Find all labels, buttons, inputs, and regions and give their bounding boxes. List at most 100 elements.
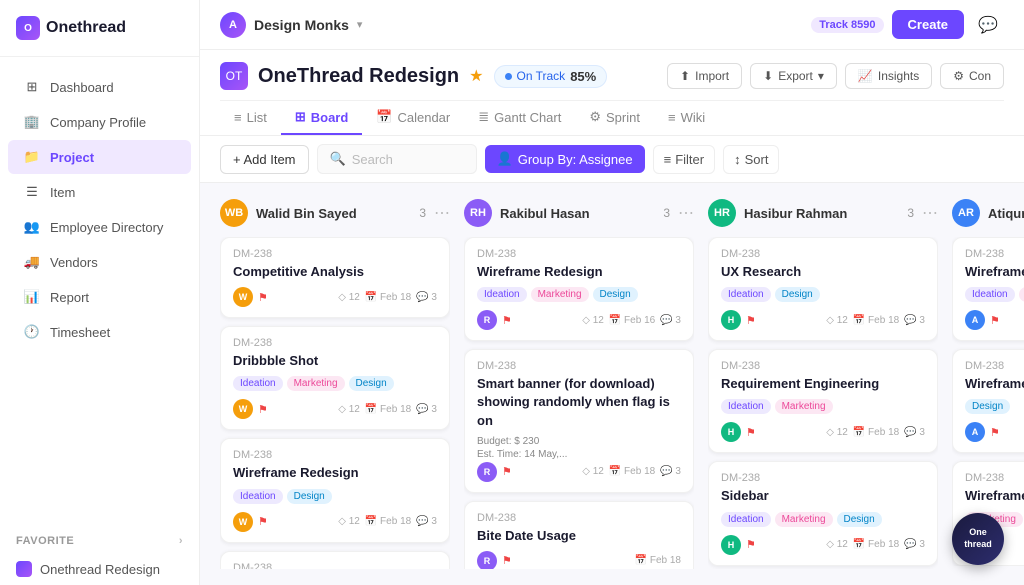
card-tag: Ideation <box>233 489 283 504</box>
add-item-button[interactable]: + Add Item <box>220 145 309 174</box>
card-dm: DM-238 <box>721 360 925 372</box>
group-by-icon: 👤 <box>497 151 513 167</box>
card-date: 📅 Feb 18 <box>853 427 899 438</box>
board-column-hasibur: HR Hasibur Rahman 3 ⋯ DM-238 UX Research… <box>708 199 938 569</box>
card-dm: DM-238 <box>477 512 681 524</box>
flag-icon: ⚑ <box>746 538 756 551</box>
sidebar-item-project[interactable]: 📁Project <box>8 140 191 174</box>
card-stars: ◇ 12 <box>582 315 604 326</box>
tab-sprint[interactable]: ⚙Sprint <box>575 101 654 135</box>
tab-board[interactable]: ⊞Board <box>281 101 362 135</box>
sidebar-item-timesheet[interactable]: 🕐Timesheet <box>8 315 191 349</box>
card-footer: W ⚑ ◇ 12 📅 Feb 18 💬 3 <box>233 512 437 532</box>
sidebar-item-item[interactable]: ☰Item <box>8 175 191 209</box>
column-header-atiqur: AR Atiqur Rahman 3 ⋯ <box>952 199 1024 227</box>
favorite-item-onethread-redesign[interactable]: Onethread Redesign <box>0 553 199 585</box>
group-by-button[interactable]: 👤 Group By: Assignee <box>485 145 645 173</box>
card-tag: Marketing <box>1019 287 1024 302</box>
card-budget: Budget: $ 230 <box>477 436 681 447</box>
card[interactable]: DM-238 Sidebar IdeationMarketingDesign H… <box>708 461 938 565</box>
card-comments: 💬 3 <box>416 404 437 415</box>
export-button[interactable]: ⬇ Export ▾ <box>750 63 837 89</box>
column-avatar-hasibur: HR <box>708 199 736 227</box>
card[interactable]: DM-238 Requirement Engineering IdeationM… <box>708 349 938 453</box>
card[interactable]: DM-238 Bite Date Usage R ⚑ 📅 Feb 18 <box>464 501 694 569</box>
notifications-icon[interactable]: 💬 <box>972 9 1004 41</box>
column-header-rakibul: RH Rakibul Hasan 3 ⋯ <box>464 199 694 227</box>
column-name-hasibur: Hasibur Rahman <box>744 206 899 221</box>
status-dot <box>505 73 512 80</box>
card-title: Smart banner (for download) showing rand… <box>477 375 681 430</box>
card[interactable]: DM-238 Wireframe Redesign Design A ⚑ ◇ 1… <box>952 349 1024 453</box>
board-tab-icon: ⊞ <box>295 109 306 125</box>
search-icon: 🔍 <box>330 151 346 167</box>
card[interactable]: DM-238 Smart banner (for download) showi… <box>464 349 694 493</box>
card-tag: Ideation <box>233 376 283 391</box>
insights-button[interactable]: 📈 Insights <box>845 63 932 89</box>
card-tag: Ideation <box>721 287 771 302</box>
import-button[interactable]: ⬆ Import <box>667 63 742 89</box>
flag-icon: ⚑ <box>502 554 512 567</box>
sidebar-item-report[interactable]: 📊Report <box>8 280 191 314</box>
card-meta: ◇ 12 📅 Feb 18 💬 3 <box>338 516 437 527</box>
con-button[interactable]: ⚙ Con <box>940 63 1004 89</box>
card-dm: DM-238 <box>965 472 1024 484</box>
card-stars: ◇ 12 <box>338 404 360 415</box>
sidebar-item-company[interactable]: 🏢Company Profile <box>8 105 191 139</box>
card-dm: DM-238 <box>233 449 437 461</box>
column-avatar-walid: WB <box>220 199 248 227</box>
insights-icon: 📈 <box>858 69 873 83</box>
card-title: Wireframe Redesign <box>477 263 681 281</box>
card-tag: Design <box>593 287 638 302</box>
card[interactable]: DM-238 Wireframe Redesign Ideation Design… <box>220 438 450 542</box>
sidebar-item-vendors[interactable]: 🚚Vendors <box>8 245 191 279</box>
card-title: Sidebar <box>721 487 925 505</box>
card[interactable]: DM-238 UX Research IdeationDesign H ⚑ ◇ … <box>708 237 938 341</box>
logo-icon: O <box>16 16 40 40</box>
sort-button[interactable]: ↕ Sort <box>723 145 779 174</box>
card-stars: ◇ 12 <box>826 427 848 438</box>
sidebar-item-employee[interactable]: 👥Employee Directory <box>8 210 191 244</box>
card-comments: 💬 3 <box>904 427 925 438</box>
card-est: Est. Time: 14 May,... <box>477 449 681 460</box>
logo-text: Onethread <box>46 19 126 37</box>
cards-container-rakibul: DM-238 Wireframe Redesign IdeationMarket… <box>464 237 694 569</box>
tab-gantt[interactable]: ≣Gantt Chart <box>464 101 575 135</box>
tab-list[interactable]: ≡List <box>220 101 281 135</box>
chat-fab[interactable]: Onethread <box>952 513 1004 565</box>
search-box[interactable]: 🔍 Search <box>317 144 477 174</box>
card[interactable]: DM-238 Competitive Analysis W ⚑ ◇ 12 📅 F… <box>220 237 450 318</box>
track-badge: Track 8590 <box>811 17 883 33</box>
favorite-star-icon[interactable]: ★ <box>469 66 483 86</box>
card[interactable]: DM-238 Dribbble Shot IdeationMarketingDe… <box>220 326 450 430</box>
flag-icon: ⚑ <box>258 515 268 528</box>
wiki-tab-icon: ≡ <box>668 110 676 125</box>
flag-icon: ⚑ <box>746 314 756 327</box>
filter-icon: ≡ <box>664 152 672 167</box>
card[interactable]: DM-238 Wireframe Redesign IdeationMarket… <box>464 237 694 341</box>
filter-button[interactable]: ≡ Filter <box>653 145 715 174</box>
column-menu-hasibur[interactable]: ⋯ <box>922 203 938 223</box>
export-chevron-icon: ▾ <box>818 69 824 83</box>
column-menu-rakibul[interactable]: ⋯ <box>678 203 694 223</box>
column-menu-walid[interactable]: ⋯ <box>434 203 450 223</box>
card-avatar: A <box>965 422 985 442</box>
dashboard-icon: ⊞ <box>24 79 40 95</box>
card-title: Wireframe Redesign <box>965 487 1024 505</box>
tab-wiki[interactable]: ≡Wiki <box>654 101 719 135</box>
sidebar-item-dashboard[interactable]: ⊞Dashboard <box>8 70 191 104</box>
card-tag: Design <box>287 489 332 504</box>
create-button[interactable]: Create <box>892 10 964 39</box>
progress-text: 85% <box>570 69 596 84</box>
card[interactable]: DM-238 Wireframe Redesign IdeationMarket… <box>952 237 1024 341</box>
card-title: Wireframe Redesign <box>233 464 437 482</box>
favorite-section-label: FAVORITE › <box>0 525 199 553</box>
favorite-chevron-icon[interactable]: › <box>179 535 183 547</box>
card-date: 📅 Feb 18 <box>635 555 681 566</box>
column-header-hasibur: HR Hasibur Rahman 3 ⋯ <box>708 199 938 227</box>
workspace-chevron-icon[interactable]: ▾ <box>357 18 363 31</box>
card-date: 📅 Feb 18 <box>853 539 899 550</box>
card[interactable]: DM-238 Design System | Typography Ideati… <box>220 551 450 569</box>
board-column-walid: WB Walid Bin Sayed 3 ⋯ DM-238 Competitiv… <box>220 199 450 569</box>
tab-calendar[interactable]: 📅Calendar <box>362 101 464 135</box>
